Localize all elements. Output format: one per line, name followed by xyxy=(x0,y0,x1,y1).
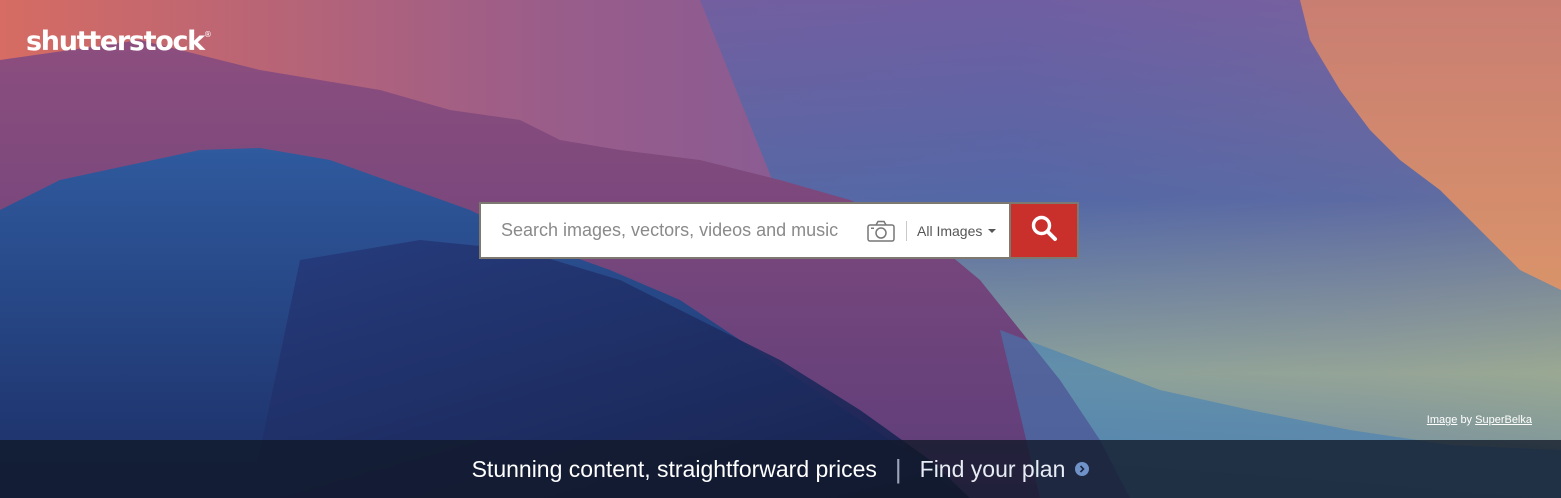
image-credit-by: by xyxy=(1460,414,1473,426)
search-button[interactable] xyxy=(1009,202,1079,259)
find-plan-label: Find your plan xyxy=(919,455,1066,482)
logo-text: shutterstock xyxy=(26,26,205,57)
content-type-select[interactable]: All Images xyxy=(917,204,1007,257)
promo-separator: | xyxy=(894,453,902,484)
search-input[interactable] xyxy=(481,204,861,257)
search-icon xyxy=(1030,214,1058,247)
image-author-link[interactable]: SuperBelka xyxy=(1475,414,1532,426)
chevron-down-icon xyxy=(988,228,997,233)
content-type-label: All Images xyxy=(917,222,983,239)
shutterstock-logo[interactable]: shutterstock® xyxy=(26,26,212,57)
promo-bar: Stunning content, straightforward prices… xyxy=(0,440,1561,498)
logo-reg-mark: ® xyxy=(203,30,212,39)
search-bar: All Images xyxy=(479,202,1079,259)
find-plan-link[interactable]: Find your plan xyxy=(920,456,1090,483)
promo-tagline: Stunning content, straightforward prices xyxy=(471,455,877,482)
search-divider xyxy=(906,221,907,241)
image-credit-link[interactable]: Image xyxy=(1427,414,1458,426)
arrow-right-circle-icon xyxy=(1075,462,1090,476)
camera-icon[interactable] xyxy=(867,220,895,242)
image-credit: Image by SuperBelka xyxy=(1427,414,1532,426)
